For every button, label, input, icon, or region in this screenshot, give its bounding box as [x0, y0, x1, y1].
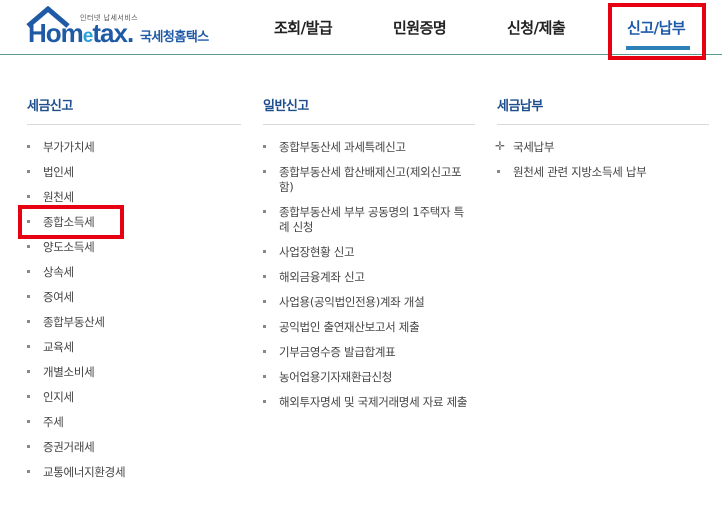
menu-item-property-tax-special[interactable]: 종합부동산세 과세특례신고 [263, 140, 473, 155]
bullet-icon [27, 470, 30, 473]
column-title: 세금신고 [27, 99, 73, 114]
menu-item-property-tax[interactable]: 종합부동산세 [27, 315, 241, 330]
menu-item-education-tax[interactable]: 교육세 [27, 340, 241, 355]
menu-item-public-interest-report[interactable]: 공익법인 출연재산보고서 제출 [263, 320, 473, 335]
bullet-icon [27, 420, 30, 423]
bullet-icon [27, 145, 30, 148]
bullet-icon [27, 270, 30, 273]
bullet-icon [27, 295, 30, 298]
divider [263, 124, 475, 125]
logo-korean-name: 국세청홈택스 [140, 30, 209, 45]
menu-item-property-tax-exclusion[interactable]: 종합부동산세 합산배제신고(제외신고포함) [263, 165, 473, 195]
menu-item-transport-energy-tax[interactable]: 교통에너지환경세 [27, 465, 241, 480]
bullet-icon [263, 145, 266, 148]
menu-item-overseas-account[interactable]: 해외금융계좌 신고 [263, 270, 473, 285]
nav-apply-submit[interactable]: 신청/제출 [507, 17, 566, 38]
hometax-logo[interactable]: 인터넷 납세서비스 Hometax. 국세청홈택스 [24, 4, 214, 48]
menu-item-agri-refund[interactable]: 농어업용기자재환급신청 [263, 370, 473, 385]
column-title: 일반신고 [263, 99, 309, 114]
bullet-icon [263, 170, 266, 173]
bullet-icon [27, 370, 30, 373]
menu-item-business-status[interactable]: 사업장현황 신고 [263, 245, 473, 260]
menu-item-national-tax-payment[interactable]: ✛ 국세납부 [495, 139, 709, 155]
menu-item-joint-ownership[interactable]: 종합부동산세 부부 공동명의 1주택자 특례 신청 [263, 205, 473, 235]
menu-item-local-income-tax-payment[interactable]: 원천세 관련 지방소득세 납부 [497, 165, 709, 180]
column-general-report: 일반신고 종합부동산세 과세특례신고 종합부동산세 합산배제신고(제외신고포함)… [263, 96, 475, 410]
divider [497, 124, 709, 125]
bullet-icon [263, 300, 266, 303]
column-tax-report: 세금신고 부가가치세 법인세 원천세 종합소득세 양도소득세 상속세 증여세 종… [27, 96, 241, 480]
bullet-icon [263, 250, 266, 253]
bullet-icon [27, 195, 30, 198]
nav-inquiry-issue[interactable]: 조회/발급 [274, 17, 333, 38]
bullet-icon [27, 395, 30, 398]
menu-item-liquor-tax[interactable]: 주세 [27, 415, 241, 430]
menu-item-capital-gains-tax[interactable]: 양도소득세 [27, 240, 241, 255]
menu-item-stamp-tax[interactable]: 인지세 [27, 390, 241, 405]
bullet-icon [27, 170, 30, 173]
nav-civil-certificate[interactable]: 민원증명 [393, 17, 447, 38]
bullet-icon [263, 325, 266, 328]
divider [27, 124, 241, 125]
highlight-box-nav [608, 3, 706, 60]
highlight-box-income-tax [18, 205, 124, 239]
column-tax-payment: 세금납부 ✛ 국세납부 원천세 관련 지방소득세 납부 [495, 96, 709, 180]
bullet-icon [27, 445, 30, 448]
bullet-icon [263, 375, 266, 378]
bullet-icon [263, 400, 266, 403]
menu-item-overseas-investment[interactable]: 해외투자명세 및 국제거래명세 자료 제출 [263, 395, 473, 410]
bullet-icon [263, 275, 266, 278]
menu-item-inheritance-tax[interactable]: 상속세 [27, 265, 241, 280]
bullet-icon [263, 210, 266, 213]
bullet-icon [263, 350, 266, 353]
column-title: 세금납부 [497, 99, 543, 114]
menu-item-vat[interactable]: 부가가치세 [27, 140, 241, 155]
bullet-icon [27, 345, 30, 348]
bullet-icon [27, 245, 30, 248]
menu-item-corporate-tax[interactable]: 법인세 [27, 165, 241, 180]
menu-item-gift-tax[interactable]: 증여세 [27, 290, 241, 305]
bullet-icon [27, 320, 30, 323]
menu-item-donation-receipt[interactable]: 기부금영수증 발급합계표 [263, 345, 473, 360]
menu-item-securities-tax[interactable]: 증권거래세 [27, 440, 241, 455]
plus-icon: ✛ [495, 139, 505, 153]
menu-item-withholding-tax[interactable]: 원천세 [27, 190, 241, 205]
menu-item-business-account[interactable]: 사업용(공익법인전용)계좌 개설 [263, 295, 473, 310]
bullet-icon [497, 170, 500, 173]
menu-item-excise-tax[interactable]: 개별소비세 [27, 365, 241, 380]
logo-wordmark: Hometax. [28, 18, 134, 48]
